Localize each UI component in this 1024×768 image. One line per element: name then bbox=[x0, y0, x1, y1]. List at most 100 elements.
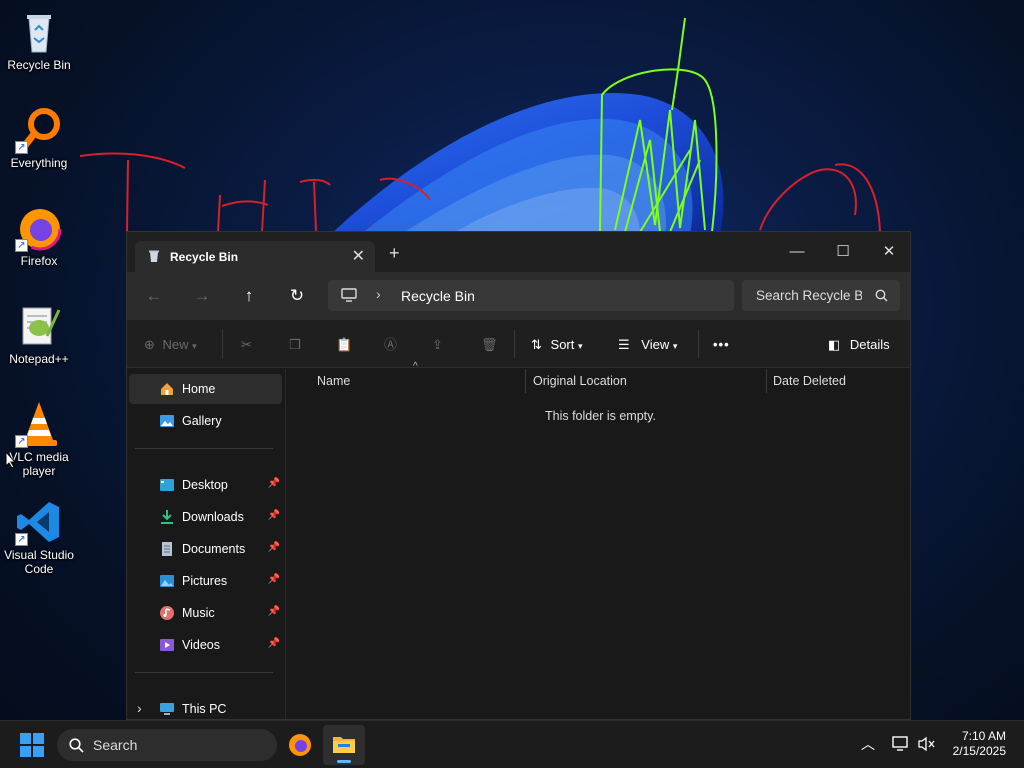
file-explorer-taskbar-button[interactable] bbox=[323, 725, 365, 765]
sidebar-item-gallery[interactable]: Gallery bbox=[129, 406, 282, 436]
chevron-right-icon: › bbox=[376, 286, 381, 302]
search-icon bbox=[69, 738, 84, 753]
shortcut-arrow-icon: ↗ bbox=[15, 239, 28, 252]
desktop-icon-recycle-bin[interactable]: Recycle Bin bbox=[0, 8, 78, 72]
volume-muted-icon[interactable] bbox=[918, 736, 936, 752]
forward-arrow-icon[interactable]: → bbox=[191, 285, 213, 307]
sidebar-divider bbox=[135, 448, 273, 449]
desktop-icon-vscode[interactable]: ↗ Visual Studio Code bbox=[0, 498, 78, 576]
desktop-folder-icon bbox=[160, 479, 174, 491]
pin-icon: 📌 bbox=[267, 510, 280, 521]
network-icon[interactable] bbox=[892, 736, 910, 752]
sidebar-item-videos[interactable]: Videos 📌 bbox=[129, 630, 282, 660]
details-button[interactable]: ◧ Details bbox=[828, 334, 890, 356]
up-arrow-icon[interactable]: ↑ bbox=[238, 285, 260, 307]
sort-ascending-icon: ^ bbox=[413, 361, 418, 372]
view-button[interactable]: ☰ View ▾ bbox=[618, 334, 677, 356]
address-bar[interactable]: › Recycle Bin bbox=[328, 280, 734, 311]
sidebar-item-downloads[interactable]: Downloads 📌 bbox=[129, 502, 282, 532]
system-clock[interactable]: 7:10 AM 2/15/2025 bbox=[953, 729, 1006, 759]
column-divider[interactable] bbox=[766, 369, 767, 393]
firefox-icon[interactable] bbox=[288, 733, 312, 757]
copy-icon[interactable]: ❐ bbox=[289, 334, 301, 356]
column-divider[interactable] bbox=[525, 369, 526, 393]
gallery-icon bbox=[160, 415, 174, 427]
taskbar: Search ︿ 7:10 AM 2/15/2025 bbox=[0, 720, 1024, 768]
sort-button[interactable]: ⇅ Sort ▾ bbox=[531, 334, 583, 356]
navigation-bar: ← → ↑ ↻ › Recycle Bin Search Recycle Bin bbox=[127, 272, 910, 320]
column-header-original-location[interactable]: Original Location bbox=[533, 374, 627, 388]
close-window-button[interactable]: ✕ bbox=[866, 238, 910, 266]
toolbar-divider bbox=[222, 330, 223, 358]
close-tab-icon[interactable]: ✕ bbox=[352, 246, 365, 266]
active-app-indicator bbox=[337, 760, 351, 763]
vscode-icon: ↗ bbox=[15, 498, 63, 546]
taskbar-search-box[interactable]: Search bbox=[57, 729, 277, 761]
folder-icon bbox=[333, 737, 355, 753]
view-list-icon: ☰ bbox=[618, 337, 630, 352]
tab-recycle-bin[interactable]: Recycle Bin ✕ bbox=[135, 241, 375, 272]
taskbar-search-label: Search bbox=[93, 737, 138, 753]
paste-icon[interactable]: 📋 bbox=[336, 334, 352, 356]
shortcut-arrow-icon: ↗ bbox=[15, 141, 28, 154]
more-options-icon[interactable]: ••• bbox=[713, 334, 730, 356]
pin-icon: 📌 bbox=[267, 606, 280, 617]
chevron-right-icon[interactable]: › bbox=[137, 700, 142, 716]
command-bar: ⊕ New ▾ ✂ ❐ 📋 Ⓐ ⇪ 🗑 ⇅ Sort ▾ ☰ View ▾ ••… bbox=[127, 320, 910, 368]
chevron-up-icon[interactable]: ︿ bbox=[861, 734, 875, 754]
column-header-name[interactable]: Name bbox=[317, 374, 350, 388]
new-tab-button[interactable]: + bbox=[389, 243, 400, 264]
empty-folder-message: This folder is empty. bbox=[545, 409, 656, 423]
sidebar-item-documents[interactable]: Documents 📌 bbox=[129, 534, 282, 564]
pin-icon: 📌 bbox=[267, 542, 280, 553]
sidebar-item-music[interactable]: Music 📌 bbox=[129, 598, 282, 628]
share-icon[interactable]: ⇪ bbox=[432, 334, 443, 356]
vlc-cone-icon: ↗ bbox=[15, 400, 63, 448]
search-box[interactable]: Search Recycle Bin bbox=[742, 280, 900, 311]
rename-icon[interactable]: Ⓐ bbox=[384, 334, 397, 356]
chevron-down-icon: ▾ bbox=[578, 341, 583, 351]
windows-start-icon[interactable] bbox=[20, 733, 44, 757]
this-pc-icon bbox=[160, 703, 174, 715]
shortcut-arrow-icon: ↗ bbox=[15, 533, 28, 546]
desktop-icon-notepad-plus-plus[interactable]: Notepad++ bbox=[0, 302, 78, 366]
download-icon bbox=[161, 510, 173, 524]
sidebar-item-this-pc[interactable]: › This PC bbox=[129, 694, 282, 719]
recycle-bin-icon bbox=[149, 250, 159, 262]
sidebar-item-pictures[interactable]: Pictures 📌 bbox=[129, 566, 282, 596]
breadcrumb-recycle-bin[interactable]: Recycle Bin bbox=[401, 288, 475, 304]
home-icon bbox=[161, 383, 173, 395]
sidebar-item-desktop[interactable]: Desktop 📌 bbox=[129, 470, 282, 500]
plus-circle-icon: ⊕ bbox=[144, 337, 155, 352]
search-icon bbox=[875, 289, 888, 302]
file-list: ^ Name Original Location Date Deleted Th… bbox=[287, 361, 910, 719]
desktop-icon-everything[interactable]: ↗ Everything bbox=[0, 106, 78, 170]
sidebar-item-home[interactable]: Home bbox=[129, 374, 282, 404]
column-header-date-deleted[interactable]: Date Deleted bbox=[773, 374, 846, 388]
cut-icon[interactable]: ✂ bbox=[241, 334, 252, 356]
desktop-icon-label: Visual Studio Code bbox=[4, 548, 74, 576]
toolbar-divider bbox=[698, 330, 699, 358]
clock-date: 2/15/2025 bbox=[952, 744, 1006, 758]
music-icon bbox=[160, 606, 174, 620]
sidebar-divider bbox=[135, 672, 273, 673]
sort-icon: ⇅ bbox=[531, 337, 542, 352]
everything-search-icon: ↗ bbox=[15, 106, 63, 154]
desktop-icon-label: VLC media player bbox=[9, 450, 69, 478]
chevron-down-icon: ▾ bbox=[192, 341, 197, 351]
new-button[interactable]: ⊕ New ▾ bbox=[144, 334, 197, 356]
pictures-icon bbox=[160, 575, 174, 587]
back-arrow-icon[interactable]: ← bbox=[143, 285, 165, 307]
title-bar: Recycle Bin ✕ + — ☐ ✕ bbox=[127, 232, 910, 272]
maximize-button[interactable]: ☐ bbox=[820, 238, 866, 266]
refresh-icon[interactable]: ↻ bbox=[286, 285, 308, 307]
tab-title: Recycle Bin bbox=[170, 250, 239, 264]
recycle-bin-icon bbox=[15, 8, 63, 56]
desktop-icon-firefox[interactable]: ↗ Firefox bbox=[0, 204, 78, 268]
delete-icon[interactable]: 🗑 bbox=[481, 334, 498, 356]
mouse-cursor-icon bbox=[5, 451, 17, 469]
details-pane-icon: ◧ bbox=[828, 337, 841, 352]
desktop-icon-label: Notepad++ bbox=[9, 352, 69, 366]
minimize-button[interactable]: — bbox=[774, 238, 820, 266]
chevron-down-icon: ▾ bbox=[672, 341, 678, 351]
